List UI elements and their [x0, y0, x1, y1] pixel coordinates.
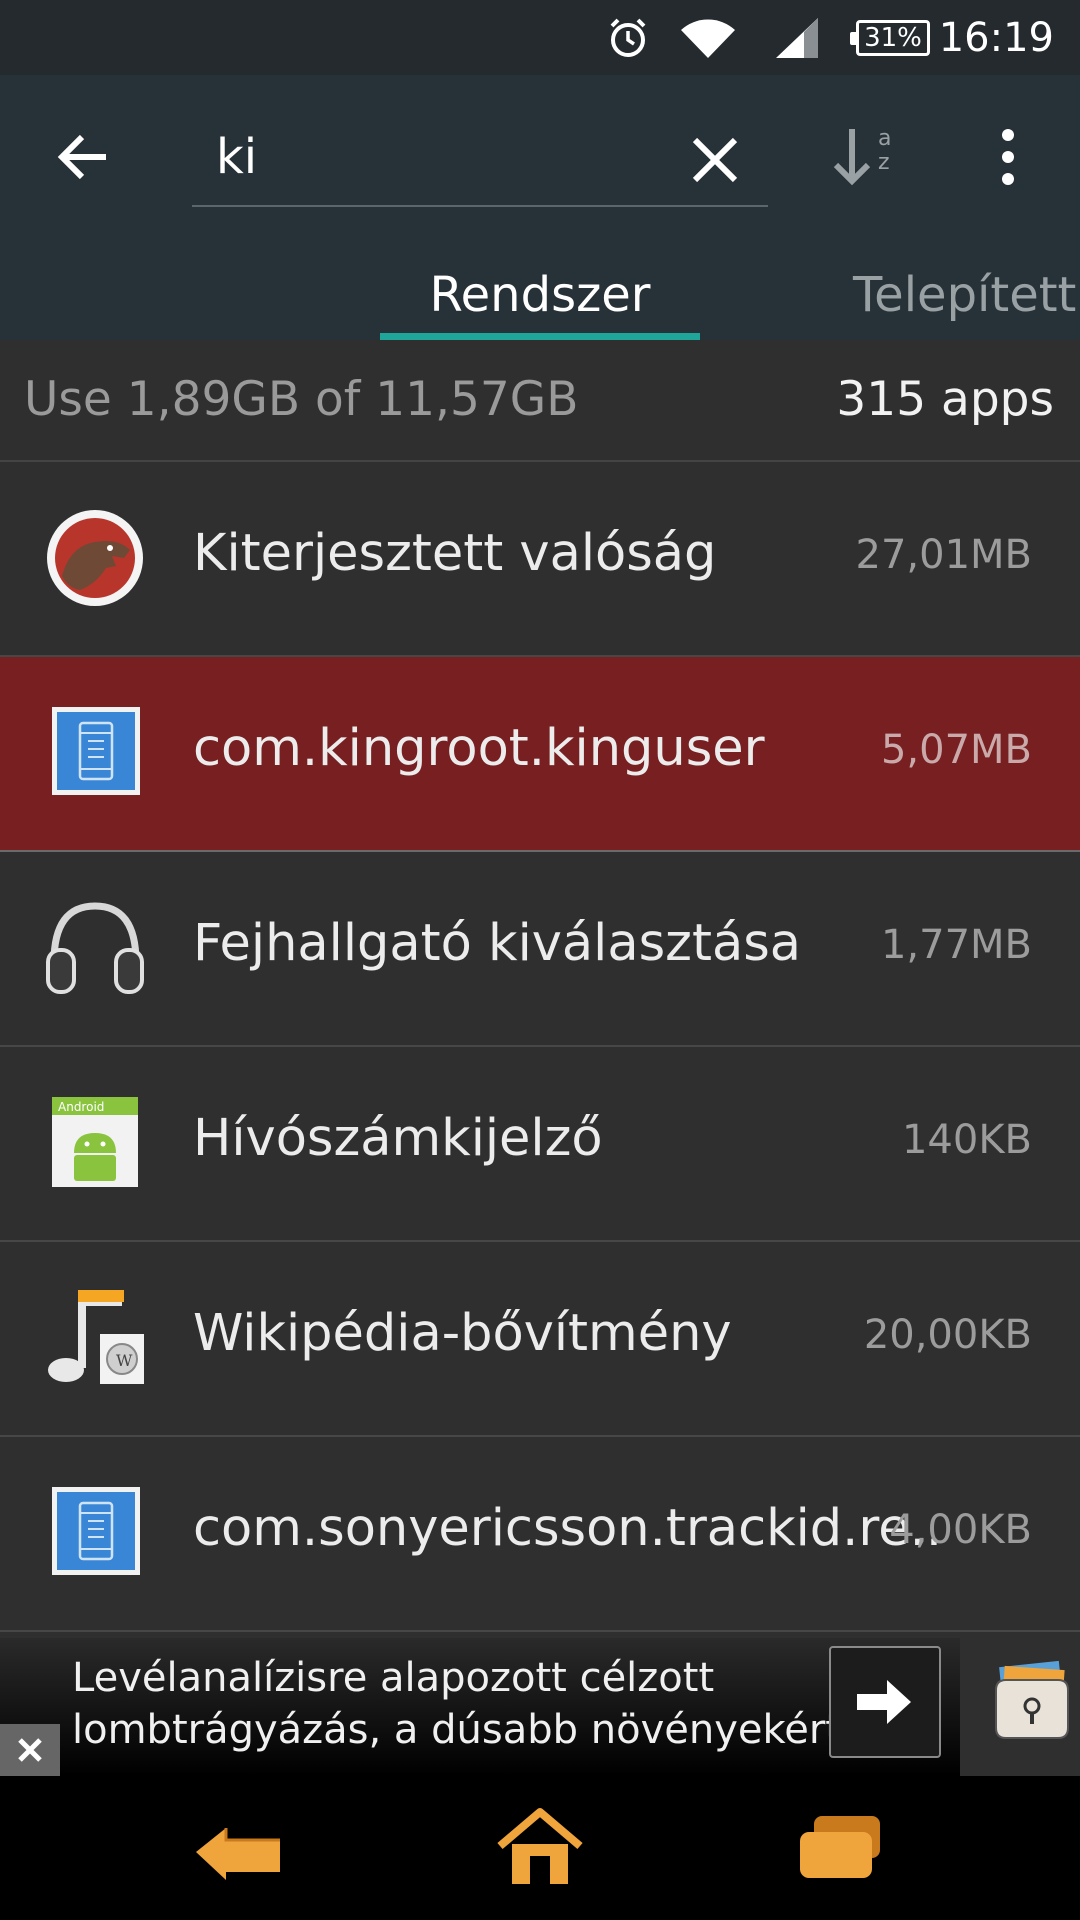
- search-input[interactable]: [216, 125, 636, 189]
- clear-search-button[interactable]: [685, 130, 745, 190]
- app-name: Hívószámkijelző: [193, 1109, 603, 1168]
- signal-icon: [774, 0, 820, 75]
- app-size: 4,00KB: [889, 1507, 1032, 1553]
- music-wiki-icon: W: [40, 1286, 150, 1391]
- back-arrow-icon: [196, 1828, 280, 1880]
- blueprint-icon: [40, 701, 150, 806]
- ad-line-1: Levélanalízisre alapozott célzott: [72, 1655, 715, 1701]
- list-item[interactable]: W Wikipédia-bővítmény 20,00KB: [0, 1242, 1080, 1437]
- blueprint-icon: [40, 1481, 150, 1586]
- sort-button[interactable]: a z: [828, 119, 908, 199]
- more-vert-icon: [1002, 129, 1014, 185]
- svg-text:a: a: [878, 126, 891, 151]
- more-options-button[interactable]: [988, 125, 1028, 189]
- dinosaur-icon: [40, 506, 150, 611]
- tab-telepitett[interactable]: Telepített: [853, 250, 1076, 340]
- svg-text:Android: Android: [58, 1100, 104, 1114]
- app-name: Kiterjesztett valóság: [193, 524, 717, 583]
- ad-close-button[interactable]: [0, 1724, 60, 1776]
- app-toolbar: a z Rendszer Telepített: [0, 75, 1080, 340]
- close-icon: [18, 1738, 42, 1762]
- app-size: 5,07MB: [880, 727, 1032, 773]
- app-size: 140KB: [901, 1117, 1032, 1163]
- app-name: com.sonyericsson.trackid.re..: [193, 1499, 943, 1558]
- list-item[interactable]: Kiterjesztett valóság 27,01MB: [0, 462, 1080, 657]
- storage-summary: Use 1,89GB of 11,57GB 315 apps: [0, 340, 1080, 462]
- ad-text: Levélanalízisre alapozott célzott lombtr…: [72, 1652, 841, 1756]
- arrow-left-icon: [57, 134, 106, 180]
- storage-usage: Use 1,89GB of 11,57GB: [24, 372, 579, 427]
- ad-line-2: lombtrágyázás, a dúsabb növényekért: [72, 1707, 841, 1753]
- app-size: 20,00KB: [863, 1312, 1032, 1358]
- app-count: 315 apps: [836, 372, 1054, 427]
- tab-bar: Rendszer Telepített: [0, 250, 1080, 340]
- svg-text:W: W: [116, 1351, 133, 1370]
- back-button[interactable]: [54, 127, 114, 187]
- nav-home-button[interactable]: [492, 1806, 588, 1890]
- status-bar: 31% 16:19: [0, 0, 1080, 75]
- ad-banner[interactable]: Levélanalízisre alapozott célzott lombtr…: [0, 1638, 1080, 1776]
- app-name: Wikipédia-bővítmény: [193, 1304, 732, 1363]
- battery-percent: 31%: [864, 22, 922, 53]
- list-item[interactable]: Fejhallgató kiválasztása 1,77MB: [0, 852, 1080, 1047]
- wifi-icon: [681, 0, 735, 75]
- home-icon: [497, 1808, 583, 1884]
- headphones-icon: [40, 896, 150, 1001]
- search-field: [192, 115, 768, 207]
- arrow-right-icon: [857, 1680, 911, 1724]
- list-item[interactable]: com.sonyericsson.trackid.re.. 4,00KB: [0, 1437, 1080, 1632]
- alarm-icon: [606, 0, 650, 75]
- sort-alpha-icon: a z: [833, 126, 891, 186]
- app-name: Fejhallgató kiválasztása: [193, 914, 802, 973]
- list-item[interactable]: com.kingroot.kinguser 5,07MB: [0, 657, 1080, 852]
- battery-icon: 31%: [850, 0, 930, 75]
- nav-back-button[interactable]: [192, 1806, 288, 1890]
- app-name: com.kingroot.kinguser: [193, 719, 765, 778]
- app-size: 1,77MB: [880, 922, 1032, 968]
- status-time: 16:19: [938, 14, 1054, 61]
- ad-open-button[interactable]: [829, 1646, 941, 1758]
- ad-logo: [992, 1660, 1072, 1744]
- list-item[interactable]: Android Hívószámkijelző 140KB: [0, 1047, 1080, 1242]
- android-icon: Android: [40, 1091, 150, 1196]
- tab-rendszer[interactable]: Rendszer: [380, 250, 700, 340]
- svg-text:z: z: [878, 150, 890, 175]
- navigation-bar: [0, 1776, 1080, 1920]
- app-list: Kiterjesztett valóság 27,01MB com.kingro…: [0, 462, 1080, 1632]
- nav-recents-button[interactable]: [792, 1806, 888, 1890]
- recent-apps-icon: [800, 1816, 880, 1878]
- close-icon: [692, 137, 738, 183]
- app-size: 27,01MB: [855, 532, 1032, 578]
